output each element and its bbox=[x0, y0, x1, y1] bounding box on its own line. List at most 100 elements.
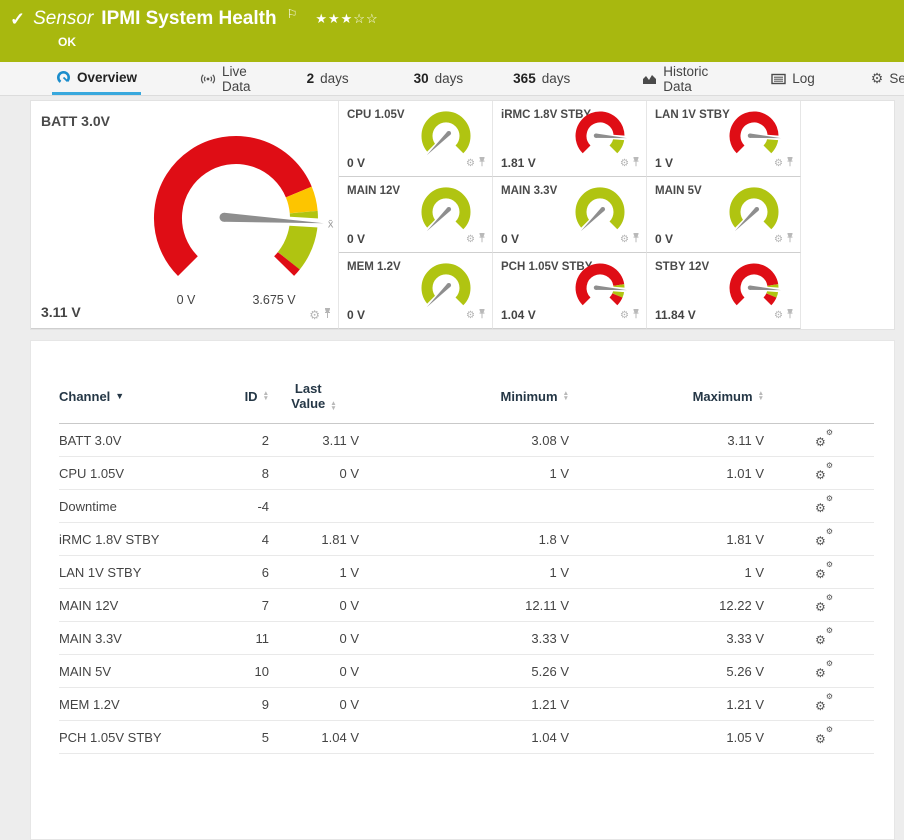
edit-channel-settings-icon[interactable]: ⚙⚙ bbox=[815, 563, 833, 579]
table-row[interactable]: Downtime -4 ⚙⚙ bbox=[59, 490, 874, 523]
priority-stars[interactable]: ★★★☆☆ bbox=[315, 11, 378, 27]
gear-icon[interactable]: ⚙ bbox=[774, 310, 783, 321]
tab-365-days[interactable]: 365 days bbox=[509, 62, 574, 95]
edit-channel-settings-icon[interactable]: ⚙⚙ bbox=[815, 464, 833, 480]
gear-icon[interactable]: ⚙ bbox=[774, 158, 783, 169]
gauge-panel-mem-1-2v[interactable]: MEM 1.2V 0 V ⚙ bbox=[339, 253, 493, 329]
cell-channel: PCH 1.05V STBY bbox=[59, 730, 224, 745]
edit-channel-settings-icon[interactable]: ⚙⚙ bbox=[815, 662, 833, 678]
tab-label: Settings bbox=[889, 71, 904, 86]
pin-icon[interactable] bbox=[632, 306, 640, 324]
gauge-panel-main-5v[interactable]: MAIN 5V 0 V ⚙ bbox=[647, 177, 801, 253]
gear-icon[interactable]: ⚙ bbox=[620, 234, 629, 245]
status-badge: OK bbox=[58, 35, 892, 49]
tab-live-data[interactable]: Live Data bbox=[196, 62, 255, 95]
cell-channel: MAIN 5V bbox=[59, 664, 224, 679]
gear-icon[interactable]: ⚙ bbox=[620, 310, 629, 321]
edit-channel-settings-icon[interactable]: ⚙⚙ bbox=[815, 596, 833, 612]
pin-icon[interactable] bbox=[478, 154, 486, 172]
pin-icon[interactable] bbox=[632, 154, 640, 172]
table-row[interactable]: MAIN 12V 7 0 V 12.11 V 12.22 V ⚙⚙ bbox=[59, 589, 874, 622]
table-row[interactable]: iRMC 1.8V STBY 4 1.81 V 1.8 V 1.81 V ⚙⚙ bbox=[59, 523, 874, 556]
pin-icon[interactable] bbox=[786, 230, 794, 248]
gauge-panel-main-12v[interactable]: MAIN 12V 0 V ⚙ bbox=[339, 177, 493, 253]
gear-icon[interactable]: ⚙ bbox=[774, 234, 783, 245]
gauge-panel-main-3-3v[interactable]: MAIN 3.3V 0 V ⚙ bbox=[493, 177, 647, 253]
tab-label: Overview bbox=[77, 70, 137, 85]
table-row[interactable]: CPU 1.05V 8 0 V 1 V 1.01 V ⚙⚙ bbox=[59, 457, 874, 490]
gauge-value: 1.81 V bbox=[501, 156, 536, 170]
tab-historic-data[interactable]: Historic Data bbox=[638, 62, 712, 95]
tab-label: Log bbox=[792, 71, 815, 86]
tab-overview[interactable]: Overview bbox=[52, 62, 141, 95]
gauge-panel-pch-1-05v-stby[interactable]: PCH 1.05V STBY 1.04 V ⚙ bbox=[493, 253, 647, 329]
edit-channel-settings-icon[interactable]: ⚙⚙ bbox=[815, 431, 833, 447]
channel-table-card: Channel ▼ ID ▲▼ LastValue ▲▼ Minimum ▲▼ … bbox=[30, 340, 895, 840]
gear-icon[interactable]: ⚙ bbox=[620, 158, 629, 169]
gauge-title: BATT 3.0V bbox=[41, 113, 110, 129]
cell-maximum: 3.11 V bbox=[569, 433, 764, 448]
tab-30-days[interactable]: 30 days bbox=[410, 62, 468, 95]
cell-maximum: 12.22 V bbox=[569, 598, 764, 613]
edit-channel-settings-icon[interactable]: ⚙⚙ bbox=[815, 629, 833, 645]
gauge-panel-batt-3-0v[interactable]: BATT 3.0V x̄ 0 V 3.675 V 3.11 V ⚙ bbox=[31, 101, 339, 329]
cell-channel: LAN 1V STBY bbox=[59, 565, 224, 580]
edit-channel-settings-icon[interactable]: ⚙⚙ bbox=[815, 497, 833, 513]
edit-channel-settings-icon[interactable]: ⚙⚙ bbox=[815, 695, 833, 711]
cell-id: 11 bbox=[224, 631, 269, 646]
gauge-panel-lan-1v-stby[interactable]: LAN 1V STBY 1 V ⚙ bbox=[647, 101, 801, 177]
gauge-title: CPU 1.05V bbox=[347, 109, 405, 121]
tab-log[interactable]: Log bbox=[767, 62, 819, 95]
object-kind-label: Sensor bbox=[33, 8, 93, 30]
gear-icon[interactable]: ⚙ bbox=[309, 308, 320, 322]
pin-icon[interactable] bbox=[478, 306, 486, 324]
gauge-panel-stby-12v[interactable]: STBY 12V 11.84 V ⚙ bbox=[647, 253, 801, 329]
gear-icon[interactable]: ⚙ bbox=[466, 234, 475, 245]
tab-label: days bbox=[320, 71, 349, 86]
column-header-channel[interactable]: Channel ▼ bbox=[59, 389, 224, 404]
edit-channel-settings-icon[interactable]: ⚙⚙ bbox=[815, 728, 833, 744]
cell-last-value: 0 V bbox=[269, 631, 359, 646]
tab-2-days[interactable]: 2 days bbox=[303, 62, 353, 95]
cell-maximum: 3.33 V bbox=[569, 631, 764, 646]
svg-text:x̄: x̄ bbox=[328, 218, 334, 230]
gauge-value: 0 V bbox=[347, 308, 365, 322]
cell-id: 7 bbox=[224, 598, 269, 613]
tab-settings[interactable]: ⚙ Settings bbox=[867, 62, 904, 95]
gauge-scale-max: 3.675 V bbox=[243, 293, 305, 307]
cell-last-value: 0 V bbox=[269, 664, 359, 679]
cell-channel: MEM 1.2V bbox=[59, 697, 224, 712]
table-row[interactable]: PCH 1.05V STBY 5 1.04 V 1.04 V 1.05 V ⚙⚙ bbox=[59, 721, 874, 754]
pin-icon[interactable] bbox=[632, 230, 640, 248]
cell-channel: iRMC 1.8V STBY bbox=[59, 532, 224, 547]
gauge-value: 0 V bbox=[347, 156, 365, 170]
pin-icon[interactable] bbox=[786, 154, 794, 172]
gauge-title: MAIN 3.3V bbox=[501, 185, 557, 197]
table-row[interactable]: BATT 3.0V 2 3.11 V 3.08 V 3.11 V ⚙⚙ bbox=[59, 424, 874, 457]
column-header-minimum[interactable]: Minimum ▲▼ bbox=[359, 389, 569, 404]
pin-icon[interactable] bbox=[786, 306, 794, 324]
channel-table-header: Channel ▼ ID ▲▼ LastValue ▲▼ Minimum ▲▼ … bbox=[59, 341, 874, 424]
gauge-panel-cpu-1-05v[interactable]: CPU 1.05V 0 V ⚙ bbox=[339, 101, 493, 177]
table-row[interactable]: MEM 1.2V 9 0 V 1.21 V 1.21 V ⚙⚙ bbox=[59, 688, 874, 721]
flag-icon[interactable]: ⚐ bbox=[287, 7, 298, 21]
table-row[interactable]: MAIN 3.3V 11 0 V 3.33 V 3.33 V ⚙⚙ bbox=[59, 622, 874, 655]
cell-id: -4 bbox=[224, 499, 269, 514]
tab-number: 365 bbox=[513, 71, 536, 86]
pin-icon[interactable] bbox=[478, 230, 486, 248]
column-header-maximum[interactable]: Maximum ▲▼ bbox=[569, 389, 764, 404]
small-gauge-grid: CPU 1.05V 0 V ⚙ iRMC 1.8V STBY 1.81 V ⚙ … bbox=[339, 101, 801, 329]
gear-icon[interactable]: ⚙ bbox=[466, 158, 475, 169]
column-header-last-value[interactable]: LastValue ▲▼ bbox=[269, 381, 359, 411]
column-header-id[interactable]: ID ▲▼ bbox=[224, 389, 269, 404]
gear-icon[interactable]: ⚙ bbox=[466, 310, 475, 321]
cell-maximum: 1.81 V bbox=[569, 532, 764, 547]
table-row[interactable]: LAN 1V STBY 6 1 V 1 V 1 V ⚙⚙ bbox=[59, 556, 874, 589]
cell-last-value: 3.11 V bbox=[269, 433, 359, 448]
gauge-panel-irmc-1-8v-stby[interactable]: iRMC 1.8V STBY 1.81 V ⚙ bbox=[493, 101, 647, 177]
gauge-title: MAIN 12V bbox=[347, 185, 400, 197]
edit-channel-settings-icon[interactable]: ⚙⚙ bbox=[815, 530, 833, 546]
table-row[interactable]: MAIN 5V 10 0 V 5.26 V 5.26 V ⚙⚙ bbox=[59, 655, 874, 688]
gauge-value: 1.04 V bbox=[501, 308, 536, 322]
pin-icon[interactable] bbox=[323, 306, 332, 324]
